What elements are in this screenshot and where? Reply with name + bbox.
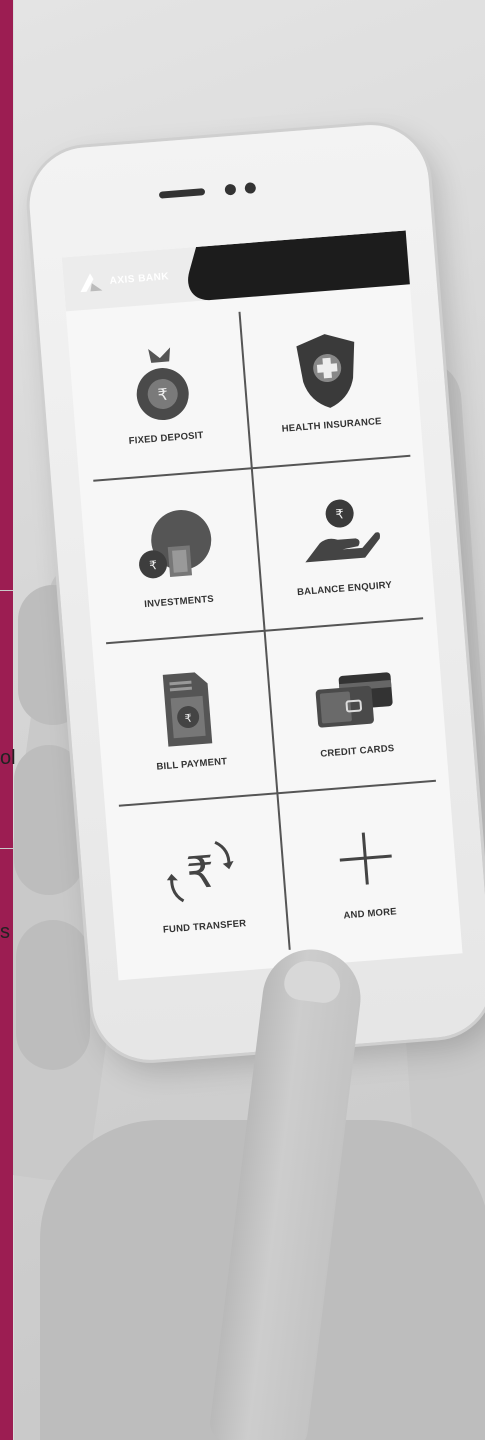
tile-label: BILL PAYMENT	[156, 755, 228, 773]
promo-image: AXIS BANK ₹ FIXED DEPOSIT HEALTH INSURAN…	[0, 0, 485, 1440]
brand-name: AXIS BANK	[109, 270, 170, 287]
side-divider-2	[0, 848, 13, 849]
tile-label: BALANCE ENQUIRY	[296, 579, 393, 598]
tile-credit-cards[interactable]: CREDIT CARDS	[266, 619, 442, 793]
shield-plus-icon	[281, 326, 373, 413]
money-bag-icon: ₹	[116, 339, 208, 426]
left-finger-3	[16, 920, 90, 1070]
brand-logo[interactable]: AXIS BANK	[77, 263, 170, 296]
tile-health-insurance[interactable]: HEALTH INSURANCE	[240, 293, 416, 467]
side-divider-1	[0, 590, 13, 591]
tile-and-more[interactable]: AND MORE	[278, 781, 454, 955]
tile-label: HEALTH INSURANCE	[281, 415, 382, 435]
side-text-fragment-2: s	[0, 921, 10, 943]
svg-text:₹: ₹	[335, 507, 344, 523]
tile-bill-payment[interactable]: ₹ BILL PAYMENT	[100, 632, 276, 806]
header-dark-band	[180, 230, 426, 303]
tile-fixed-deposit[interactable]: ₹ FIXED DEPOSIT	[75, 306, 251, 480]
brand-side-strip	[0, 0, 13, 1440]
menu-grid: ₹ FIXED DEPOSIT HEALTH INSURANCE ₹ INVES…	[75, 293, 455, 972]
tile-balance-enquiry[interactable]: ₹ BALANCE ENQUIRY	[253, 456, 429, 630]
side-text-fragment-1: ol	[0, 747, 16, 769]
tile-label: FIXED DEPOSIT	[128, 429, 204, 447]
tile-fund-transfer[interactable]: ₹ FUND TRANSFER	[113, 794, 289, 968]
phone-camera-dot	[244, 182, 257, 194]
rupee-transfer-icon: ₹	[154, 828, 246, 915]
hand-coin-icon: ₹	[294, 490, 386, 577]
tile-label: CREDIT CARDS	[319, 742, 395, 760]
tile-investments[interactable]: ₹ INVESTMENTS	[87, 469, 263, 643]
tile-label: AND MORE	[343, 905, 398, 921]
bill-document-icon: ₹	[141, 665, 233, 752]
fingernail	[282, 958, 343, 1005]
svg-text:₹: ₹	[149, 558, 158, 573]
phone-sensor-dot	[224, 183, 237, 196]
svg-text:₹: ₹	[184, 846, 216, 899]
credit-card-icon	[307, 652, 399, 739]
svg-text:₹: ₹	[157, 384, 169, 404]
tile-label: INVESTMENTS	[143, 593, 215, 610]
smartphone: AXIS BANK ₹ FIXED DEPOSIT HEALTH INSURAN…	[25, 120, 485, 1065]
axis-logo-icon	[77, 270, 105, 294]
phone-speaker	[158, 188, 206, 199]
plus-icon	[320, 815, 412, 902]
pie-chart-icon: ₹	[129, 503, 221, 590]
svg-text:₹: ₹	[184, 711, 192, 725]
tile-label: FUND TRANSFER	[162, 917, 247, 936]
app-screen: AXIS BANK ₹ FIXED DEPOSIT HEALTH INSURAN…	[61, 230, 463, 981]
